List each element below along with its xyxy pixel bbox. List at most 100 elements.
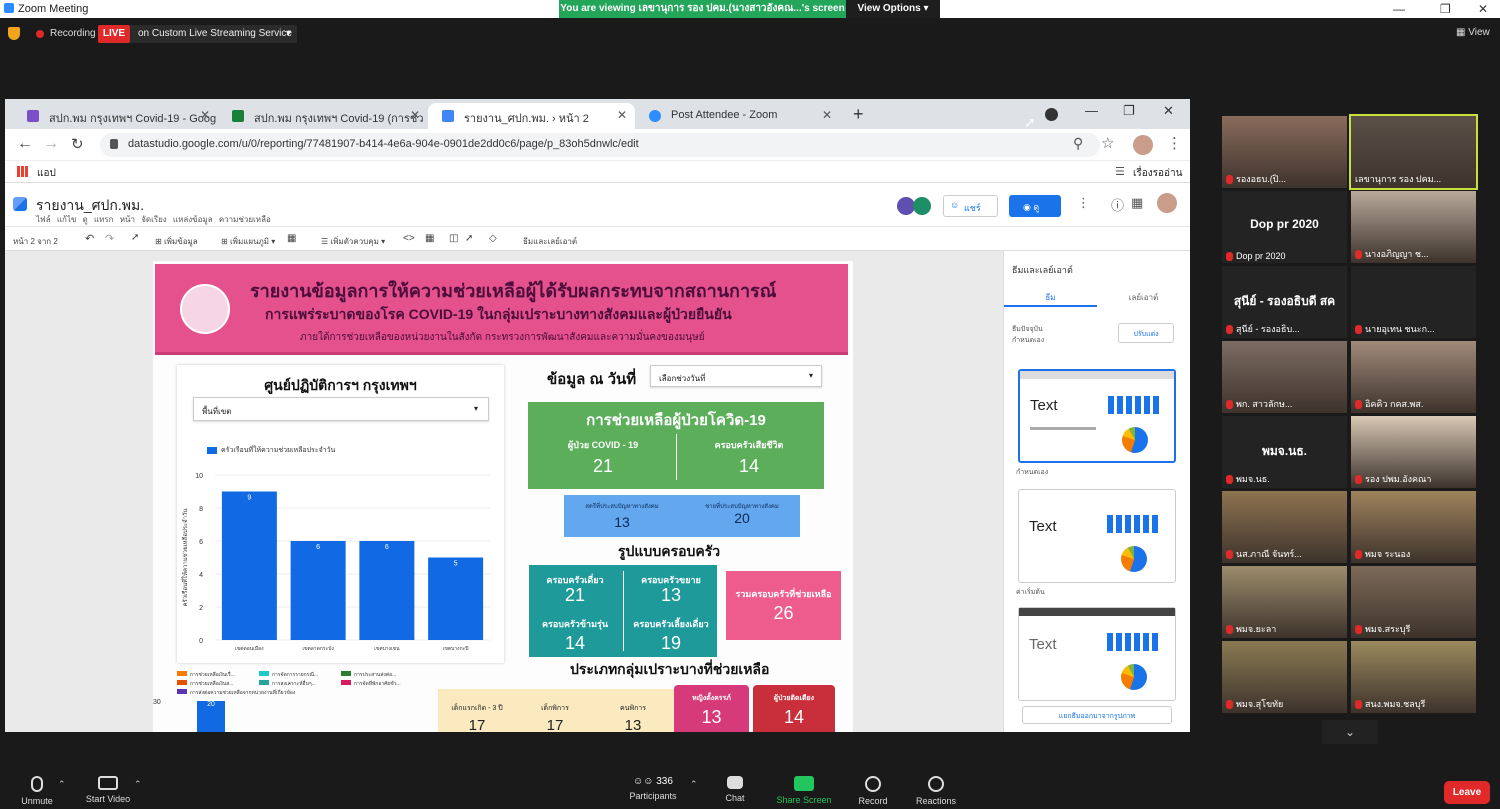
tab-close-icon[interactable]: ✕ xyxy=(200,108,210,122)
apps-label[interactable]: แอป xyxy=(37,166,56,181)
bar-chart[interactable]: 0 2 4 6 8 10 ครัวเรือนที่ให้ความช่วยเหลือประจำ… xyxy=(177,455,504,660)
browser-tab-4[interactable]: Post Attendee - Zoom ✕ xyxy=(635,103,840,129)
audio-options-caret-icon[interactable]: ⌃ xyxy=(58,779,66,790)
apps-icon[interactable]: ▦ xyxy=(1131,195,1143,211)
participant-tile[interactable]: Dop pr 2020 Dop pr 2020 xyxy=(1222,191,1347,263)
undo-icon[interactable]: ↶ xyxy=(85,232,94,245)
tab-close-icon[interactable]: ✕ xyxy=(822,108,832,122)
tab-close-icon[interactable]: ✕ xyxy=(617,108,627,122)
participant-tile[interactable]: นางอภิญญา ช... xyxy=(1351,191,1476,263)
participant-tile[interactable]: สนง.พมจ.ชลบุรี xyxy=(1351,641,1476,713)
reload-icon[interactable]: ↻ xyxy=(71,135,84,153)
menu-bar[interactable]: ไฟล์ แก้ไข ดู แทรก หน้า จัดเรียง แหล่งข้… xyxy=(36,213,271,226)
reading-list-icon[interactable]: ☰ xyxy=(1115,165,1125,178)
reading-list-label[interactable]: เรื่องรออ่าน xyxy=(1133,166,1183,181)
browser-tab-3-active[interactable]: รายงาน_ศปก.พม. › หน้า 2 ✕ xyxy=(428,103,635,129)
participant-tile[interactable]: พก. สาวลักษ... xyxy=(1222,341,1347,413)
tab-close-icon[interactable]: ✕ xyxy=(410,108,420,122)
participant-tile[interactable]: พมจ.นธ. พมจ.นธ. xyxy=(1222,416,1347,488)
leave-button[interactable]: Leave xyxy=(1444,781,1490,804)
pregnant-box: หญิงตั้งครรภ์ 13 xyxy=(674,685,749,732)
participant-tile[interactable]: รอง ปพม.อังคณา xyxy=(1351,416,1476,488)
chat-button[interactable]: Chat xyxy=(700,776,770,803)
live-service-dropdown[interactable]: on Custom Live Streaming Service ▾ xyxy=(130,25,297,43)
restore-icon[interactable]: ❐ xyxy=(1440,2,1451,16)
participant-tile[interactable]: สุนีย์ - รองอธิบดี สค สุนีย์ - รองอธิบ... xyxy=(1222,266,1347,338)
more-options-icon[interactable]: ⋮ xyxy=(1077,195,1090,211)
shape-icon[interactable]: ◇ xyxy=(489,233,497,244)
reactions-button[interactable]: Reactions xyxy=(901,776,971,806)
zoom-search-icon[interactable]: ⚲ xyxy=(1073,135,1083,152)
share-screen-button[interactable]: Share Screen xyxy=(769,776,839,805)
tab-search-icon[interactable] xyxy=(1045,108,1058,121)
browser-restore-icon[interactable]: ❐ xyxy=(1123,103,1135,119)
share-button[interactable]: ☺ แชร์ xyxy=(943,195,998,217)
record-button[interactable]: Record xyxy=(838,776,908,806)
help-icon[interactable]: ⓘ xyxy=(1111,195,1124,214)
bookmark-star-icon[interactable]: ☆ xyxy=(1101,134,1114,152)
redo-icon[interactable]: ↷ xyxy=(105,232,114,245)
area-filter-dropdown[interactable]: พื้นที่เขต ▾ xyxy=(193,397,489,421)
participant-display-name: Dop pr 2020 xyxy=(1250,217,1319,231)
browser-tab-1[interactable]: สปก.พม กรุงเทพฯ Covid-19 - Goog ✕ xyxy=(13,103,218,129)
apps-grid-icon[interactable] xyxy=(17,166,28,177)
date-range-dropdown[interactable]: เลือกช่วงวันที่ ▾ xyxy=(650,365,822,387)
embed-code-icon[interactable]: <> xyxy=(403,233,415,244)
add-data-button[interactable]: ⊞ เพิ่มข้อมูล xyxy=(155,235,198,248)
browser-minimize-icon[interactable]: — xyxy=(1085,103,1098,118)
participant-tile[interactable]: อิคคิว กคส.พส. xyxy=(1351,341,1476,413)
text-icon[interactable]: ◫ xyxy=(449,233,458,244)
minimize-icon[interactable]: — xyxy=(1393,2,1405,16)
profile-avatar[interactable] xyxy=(1133,135,1153,155)
participant-tile[interactable]: พมจ ระนอง xyxy=(1351,491,1476,563)
participant-tile[interactable]: พมจ.ยะลา xyxy=(1222,566,1347,638)
browser-menu-icon[interactable]: ⋮ xyxy=(1167,134,1182,152)
line-icon[interactable]: ➚ xyxy=(465,233,473,244)
theme-layout-button[interactable]: ธีมและเลย์เอาต์ xyxy=(523,235,577,248)
participant-tile[interactable]: รองอธบ.(ปิ... xyxy=(1222,116,1347,188)
user-avatar[interactable] xyxy=(1157,193,1177,213)
participant-tile[interactable]: พมจ.สุโขทัย xyxy=(1222,641,1347,713)
new-tab-icon[interactable]: + xyxy=(853,104,864,125)
participants-label: Participants xyxy=(629,791,677,801)
participants-button[interactable]: ☺☺ 336 Participants xyxy=(618,776,688,801)
view-layout-button[interactable]: ▦ View xyxy=(1456,27,1490,38)
x-tick-label: เขตบางเขน xyxy=(374,646,400,652)
forward-icon[interactable]: → xyxy=(43,135,59,153)
participant-tile[interactable]: พมจ.สระบุรี xyxy=(1351,566,1476,638)
participants-caret-icon[interactable]: ⌃ xyxy=(690,779,698,790)
pie-sample-icon xyxy=(1121,546,1147,572)
back-icon[interactable]: ← xyxy=(17,135,33,153)
tab-theme[interactable]: ธีม xyxy=(1004,285,1097,307)
participant-tile[interactable]: เลขานุการ รอง ปคม... xyxy=(1349,114,1478,190)
add-control-button[interactable]: ☰ เพิ่มตัวควบคุม ▾ xyxy=(321,235,385,248)
security-shield-icon[interactable] xyxy=(8,27,20,40)
add-chart-button[interactable]: ⊞ เพิ่มแผนภูมิ ▾ xyxy=(221,235,275,248)
community-viz-icon[interactable]: ▦ xyxy=(287,233,296,244)
address-bar[interactable]: datastudio.google.com/u/0/reporting/7748… xyxy=(100,133,1100,157)
skipped-gen-label: ครอบครัวข้ามรุ่น xyxy=(541,619,608,629)
tab-layout[interactable]: เลย์เอาต์ xyxy=(1097,285,1190,307)
video-options-caret-icon[interactable]: ⌃ xyxy=(134,779,142,790)
extract-theme-button[interactable]: แยกธีมออกมาจากรูปภาพ xyxy=(1022,706,1172,724)
customize-button[interactable]: ปรับแต่ง xyxy=(1118,323,1174,343)
select-cursor-icon[interactable]: ➚ xyxy=(131,232,139,243)
y-tick-label: 6 xyxy=(199,539,203,546)
current-theme-label: ธีมปัจจุบัน xyxy=(1012,326,1043,333)
view-button[interactable]: ◉ ดู xyxy=(1009,195,1061,217)
theme-thumbnail-custom[interactable]: Text xyxy=(1018,369,1176,463)
image-icon[interactable]: ▦ xyxy=(425,233,434,244)
gallery-scroll-down-icon[interactable]: ⌄ xyxy=(1322,720,1378,744)
view-options-button[interactable]: View Options ▾ xyxy=(846,0,940,18)
center-chart-card[interactable]: ศูนย์ปฏิบัติการฯ กรุงเทพฯ พื้นที่เขต ▾ ค… xyxy=(177,365,504,663)
close-icon[interactable]: ✕ xyxy=(1478,2,1488,16)
participant-tile[interactable]: นายอุเทน ชนะก... xyxy=(1351,266,1476,338)
page-navigator[interactable]: หน้า 2 จาก 2 xyxy=(13,235,58,248)
browser-tab-2[interactable]: สปก.พม กรุงเทพฯ Covid-19 (การช่ว ✕ xyxy=(218,103,428,129)
participant-tile[interactable]: นส.ภาณี จันทร์... xyxy=(1222,491,1347,563)
start-video-button[interactable]: Start Video xyxy=(73,776,143,804)
browser-close-icon[interactable]: ✕ xyxy=(1163,103,1174,119)
theme-thumbnail-3[interactable]: Text xyxy=(1018,607,1176,701)
theme-thumbnail-default[interactable]: Text xyxy=(1018,489,1176,583)
skipped-gen-value: 14 xyxy=(564,633,586,653)
